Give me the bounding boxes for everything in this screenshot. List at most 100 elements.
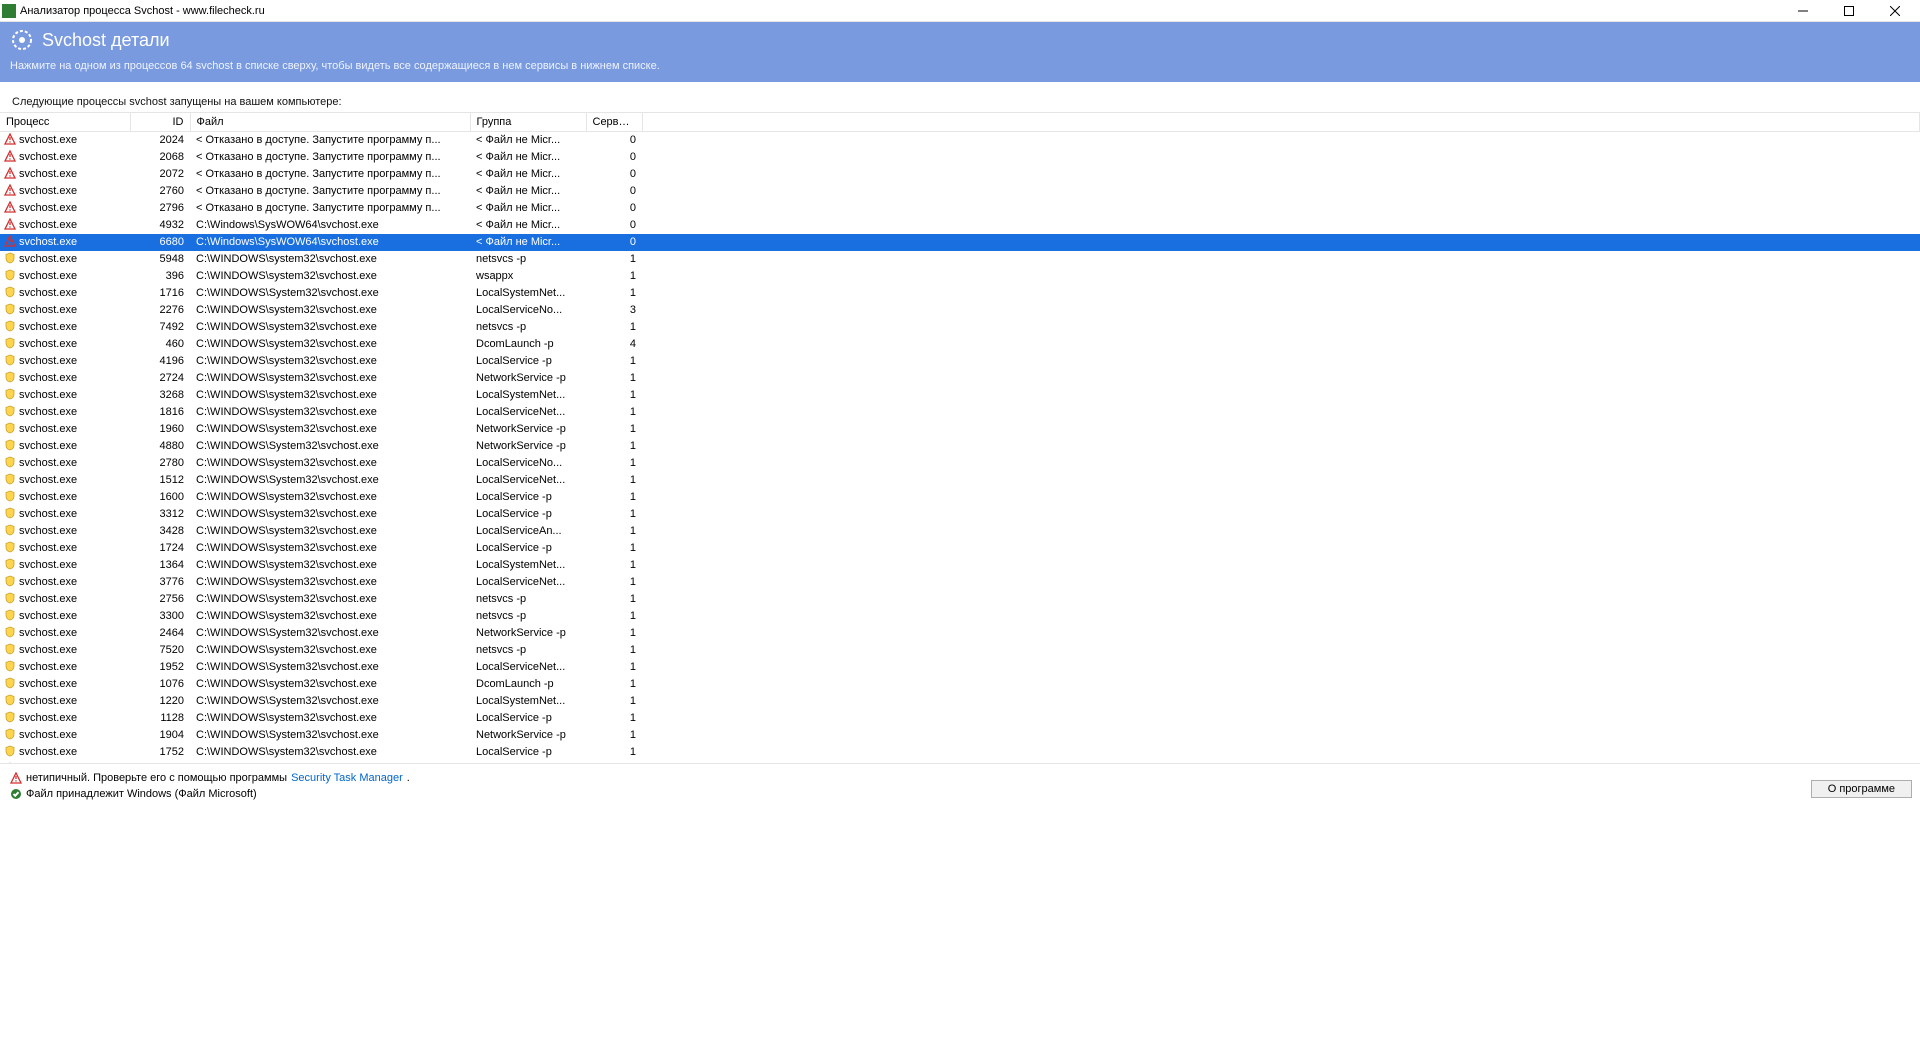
table-row[interactable]: svchost.exe 7520 C:\WINDOWS\system32\svc… <box>0 642 1920 659</box>
cell-services: 0 <box>586 217 642 234</box>
cell-process: svchost.exe <box>19 576 77 588</box>
cell-file: C:\WINDOWS\system32\svchost.exe <box>190 642 470 659</box>
row-status-icon <box>4 235 16 250</box>
row-status-icon <box>4 609 16 624</box>
cell-spacer <box>642 217 1920 234</box>
table-row[interactable]: svchost.exe 2072 < Отказано в доступе. З… <box>0 166 1920 183</box>
table-row[interactable]: svchost.exe 1364 C:\WINDOWS\system32\svc… <box>0 557 1920 574</box>
table-row[interactable]: svchost.exe 3312 C:\WINDOWS\system32\svc… <box>0 506 1920 523</box>
col-header-group[interactable]: Группа <box>470 113 586 131</box>
cell-process: svchost.exe <box>19 134 77 146</box>
table-row[interactable]: svchost.exe 1716 C:\WINDOWS\System32\svc… <box>0 285 1920 302</box>
col-header-id[interactable]: ID <box>130 113 190 131</box>
table-row[interactable]: svchost.exe 460 C:\WINDOWS\system32\svch… <box>0 336 1920 353</box>
table-row[interactable]: svchost.exe 7492 C:\WINDOWS\system32\svc… <box>0 319 1920 336</box>
cell-spacer <box>642 251 1920 268</box>
cell-process: svchost.exe <box>19 508 77 520</box>
cell-group: NetworkService -p <box>470 438 586 455</box>
cell-id: 4880 <box>130 438 190 455</box>
table-row[interactable]: svchost.exe 1220 C:\WINDOWS\System32\svc… <box>0 693 1920 710</box>
table-row[interactable]: svchost.exe 2024 < Отказано в доступе. З… <box>0 131 1920 149</box>
minimize-button[interactable] <box>1780 0 1826 22</box>
cell-id: 7492 <box>130 319 190 336</box>
table-row[interactable]: svchost.exe 5948 C:\WINDOWS\system32\svc… <box>0 251 1920 268</box>
cell-group: LocalServiceNet... <box>470 404 586 421</box>
row-status-icon <box>4 473 16 488</box>
cell-services: 1 <box>586 727 642 744</box>
cell-group: < Файл не Micr... <box>470 183 586 200</box>
table-row[interactable]: svchost.exe 1904 C:\WINDOWS\System32\svc… <box>0 727 1920 744</box>
cell-group: LocalService -p <box>470 353 586 370</box>
table-row[interactable]: svchost.exe 2464 C:\WINDOWS\System32\svc… <box>0 625 1920 642</box>
row-status-icon <box>4 354 16 369</box>
cell-file: C:\WINDOWS\system32\svchost.exe <box>190 353 470 370</box>
table-row[interactable]: svchost.exe 1724 C:\WINDOWS\system32\svc… <box>0 540 1920 557</box>
table-row[interactable]: svchost.exe 3300 C:\WINDOWS\system32\svc… <box>0 608 1920 625</box>
cell-id: 1816 <box>130 404 190 421</box>
table-row[interactable]: svchost.exe 6680 C:\Windows\SysWOW64\svc… <box>0 234 1920 251</box>
cell-id: 2068 <box>130 149 190 166</box>
col-header-process[interactable]: Процесс <box>0 113 130 131</box>
legend-ok-line: Файл принадлежит Windows (Файл Microsoft… <box>10 786 1910 802</box>
table-row[interactable]: svchost.exe 1128 C:\WINDOWS\system32\svc… <box>0 710 1920 727</box>
col-header-file[interactable]: Файл <box>190 113 470 131</box>
cell-id: 1600 <box>130 489 190 506</box>
cell-process: svchost.exe <box>19 151 77 163</box>
cell-file: C:\WINDOWS\system32\svchost.exe <box>190 251 470 268</box>
table-row[interactable]: svchost.exe 3428 C:\WINDOWS\system32\svc… <box>0 523 1920 540</box>
about-button[interactable]: О программе <box>1811 780 1912 798</box>
table-row[interactable]: svchost.exe 4932 C:\Windows\SysWOW64\svc… <box>0 217 1920 234</box>
row-status-icon <box>4 218 16 233</box>
table-row[interactable]: svchost.exe 2780 C:\WINDOWS\system32\svc… <box>0 455 1920 472</box>
table-row[interactable]: svchost.exe 1960 C:\WINDOWS\system32\svc… <box>0 421 1920 438</box>
table-row[interactable]: svchost.exe 1600 C:\WINDOWS\system32\svc… <box>0 489 1920 506</box>
cell-file: C:\WINDOWS\system32\svchost.exe <box>190 540 470 557</box>
table-row[interactable]: svchost.exe 2068 < Отказано в доступе. З… <box>0 149 1920 166</box>
cell-group: wsappx <box>470 268 586 285</box>
table-row[interactable]: svchost.exe 3268 C:\WINDOWS\system32\svc… <box>0 387 1920 404</box>
table-row[interactable]: svchost.exe 4196 C:\WINDOWS\system32\svc… <box>0 353 1920 370</box>
cell-file: C:\WINDOWS\System32\svchost.exe <box>190 727 470 744</box>
cell-file: C:\WINDOWS\System32\svchost.exe <box>190 659 470 676</box>
table-row[interactable]: svchost.exe 2760 < Отказано в доступе. З… <box>0 183 1920 200</box>
process-table-scroll[interactable]: Процесс ID Файл Группа Сервисы svchost.e… <box>0 113 1920 763</box>
maximize-button[interactable] <box>1826 0 1872 22</box>
table-row[interactable]: svchost.exe 2276 C:\WINDOWS\system32\svc… <box>0 302 1920 319</box>
cell-services: 1 <box>586 591 642 608</box>
row-status-icon <box>4 303 16 318</box>
close-button[interactable] <box>1872 0 1918 22</box>
table-row[interactable]: svchost.exe 1512 C:\WINDOWS\System32\svc… <box>0 472 1920 489</box>
table-row[interactable]: svchost.exe 6092 C:\WINDOWS\system32\svc… <box>0 761 1920 764</box>
cell-services: 0 <box>586 234 642 251</box>
cell-id: 1076 <box>130 676 190 693</box>
col-header-spacer <box>642 113 1920 131</box>
cell-id: 1128 <box>130 710 190 727</box>
row-status-icon <box>4 133 16 148</box>
table-row[interactable]: svchost.exe 2756 C:\WINDOWS\system32\svc… <box>0 591 1920 608</box>
cell-group: netsvcs -p <box>470 591 586 608</box>
table-row[interactable]: svchost.exe 1076 C:\WINDOWS\system32\svc… <box>0 676 1920 693</box>
table-row[interactable]: svchost.exe 1952 C:\WINDOWS\System32\svc… <box>0 659 1920 676</box>
table-row[interactable]: svchost.exe 3776 C:\WINDOWS\system32\svc… <box>0 574 1920 591</box>
cell-spacer <box>642 710 1920 727</box>
table-row[interactable]: svchost.exe 1752 C:\WINDOWS\system32\svc… <box>0 744 1920 761</box>
row-status-icon <box>4 660 16 675</box>
cell-group: < Файл не Micr... <box>470 200 586 217</box>
table-row[interactable]: svchost.exe 4880 C:\WINDOWS\System32\svc… <box>0 438 1920 455</box>
cell-process: svchost.exe <box>19 236 77 248</box>
cell-process: svchost.exe <box>19 219 77 231</box>
table-row[interactable]: svchost.exe 2724 C:\WINDOWS\system32\svc… <box>0 370 1920 387</box>
cell-file: C:\WINDOWS\system32\svchost.exe <box>190 744 470 761</box>
table-row[interactable]: svchost.exe 396 C:\WINDOWS\system32\svch… <box>0 268 1920 285</box>
cell-spacer <box>642 285 1920 302</box>
col-header-services[interactable]: Сервисы <box>586 113 642 131</box>
table-header-row: Процесс ID Файл Группа Сервисы <box>0 113 1920 131</box>
cell-services: 1 <box>586 438 642 455</box>
table-row[interactable]: svchost.exe 1816 C:\WINDOWS\system32\svc… <box>0 404 1920 421</box>
table-row[interactable]: svchost.exe 2796 < Отказано в доступе. З… <box>0 200 1920 217</box>
cell-file: C:\WINDOWS\system32\svchost.exe <box>190 319 470 336</box>
row-status-icon <box>4 626 16 641</box>
cell-services: 1 <box>586 642 642 659</box>
cell-services: 1 <box>586 523 642 540</box>
stm-link[interactable]: Security Task Manager <box>291 770 403 786</box>
